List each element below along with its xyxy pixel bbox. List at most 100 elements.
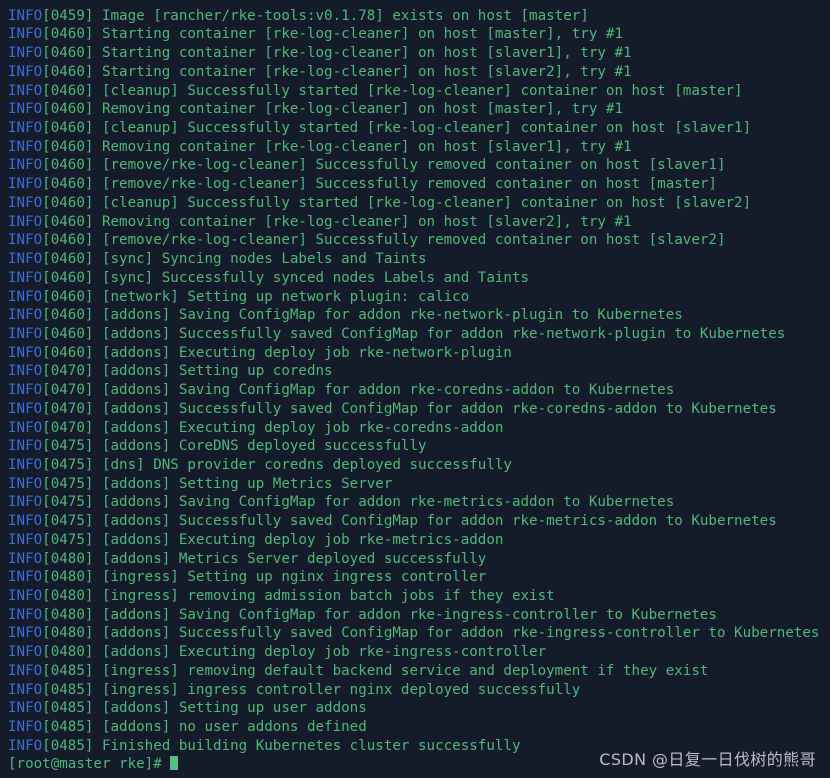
log-level: INFO (8, 120, 43, 137)
log-level: INFO (8, 213, 43, 230)
log-message: [ingress] removing default backend servi… (93, 662, 709, 679)
log-timestamp: [0480] (42, 588, 94, 604)
log-line: INFO[0460] Starting container [rke-log-c… (8, 44, 830, 63)
log-line: INFO[0475] [addons] Saving ConfigMap for… (8, 493, 830, 512)
log-message: [dns] DNS provider coredns deployed succ… (93, 456, 512, 473)
log-level: INFO (8, 45, 43, 62)
log-level: INFO (8, 344, 43, 361)
log-line: INFO[0485] [addons] Setting up user addo… (8, 699, 830, 718)
log-level: INFO (8, 550, 43, 567)
log-level: INFO (8, 176, 43, 193)
log-line: INFO[0460] [remove/rke-log-cleaner] Succ… (8, 231, 830, 250)
log-line: INFO[0480] [addons] Metrics Server deplo… (8, 550, 830, 569)
log-level: INFO (8, 456, 43, 473)
log-timestamp: [0475] (42, 494, 94, 511)
log-timestamp: [0460] (42, 269, 94, 286)
log-line: INFO[0475] [addons] CoreDNS deployed suc… (8, 437, 830, 456)
terminal-log-output: INFO[0459] Image [rancher/rke-tools:v0.1… (0, 0, 830, 774)
log-line: INFO[0460] Removing container [rke-log-c… (8, 100, 830, 119)
log-line: INFO[0460] [network] Setting up network … (8, 288, 830, 307)
log-level: INFO (8, 26, 43, 43)
log-timestamp: [0460] (42, 251, 94, 268)
log-level: INFO (8, 569, 43, 586)
log-timestamp: [0460] (42, 213, 94, 230)
log-message: [sync] Syncing nodes Labels and Taints (93, 251, 427, 268)
log-message: [addons] Setting up user addons (93, 700, 367, 717)
log-level: INFO (8, 101, 43, 118)
log-level: INFO (8, 138, 43, 155)
log-message: [addons] Executing deploy job rke-ingres… (93, 644, 547, 661)
log-level: INFO (8, 363, 43, 380)
log-line: INFO[0460] [cleanup] Successfully starte… (8, 194, 830, 213)
log-message: [ingress] ingress controller nginx deplo… (93, 681, 581, 698)
log-message: [addons] no user addons defined (93, 719, 367, 736)
log-level: INFO (8, 700, 43, 717)
log-timestamp: [0470] (42, 382, 94, 399)
log-level: INFO (8, 232, 43, 249)
log-message: [ingress] removing admission batch jobs … (93, 588, 555, 604)
log-line: INFO[0485] [ingress] ingress controller … (8, 681, 830, 700)
log-timestamp: [0460] (42, 45, 94, 62)
log-timestamp: [0460] (42, 325, 94, 342)
log-timestamp: [0460] (42, 344, 94, 361)
log-message: [addons] Successfully saved ConfigMap fo… (93, 625, 820, 642)
log-level: INFO (8, 7, 43, 24)
log-message: Removing container [rke-log-cleaner] on … (93, 213, 632, 230)
log-level: INFO (8, 63, 43, 80)
log-timestamp: [0485] (42, 737, 94, 754)
log-message: [network] Setting up network plugin: cal… (93, 288, 470, 305)
log-line: INFO[0460] Starting container [rke-log-c… (8, 63, 830, 82)
log-timestamp: [0475] (42, 513, 94, 530)
log-timestamp: [0480] (42, 606, 94, 623)
terminal-window[interactable]: INFO[0459] Image [rancher/rke-tools:v0.1… (0, 0, 830, 778)
log-message: [addons] Successfully saved ConfigMap fo… (93, 513, 777, 530)
log-message: [addons] Saving ConfigMap for addon rke-… (93, 382, 675, 399)
log-line: INFO[0460] [remove/rke-log-cleaner] Succ… (8, 175, 830, 194)
log-timestamp: [0460] (42, 101, 94, 118)
log-level: INFO (8, 681, 43, 698)
log-message: [addons] Executing deploy job rke-metric… (93, 531, 504, 548)
log-timestamp: [0460] (42, 63, 94, 80)
log-message: [remove/rke-log-cleaner] Successfully re… (93, 176, 717, 193)
log-message: [cleanup] Successfully started [rke-log-… (93, 194, 752, 211)
log-level: INFO (8, 288, 43, 305)
log-level: INFO (8, 588, 43, 604)
log-timestamp: [0480] (42, 625, 94, 642)
log-line: INFO[0460] [cleanup] Successfully starte… (8, 82, 830, 101)
log-message: [addons] CoreDNS deployed successfully (93, 438, 427, 455)
log-line: INFO[0475] [addons] Successfully saved C… (8, 512, 830, 531)
log-line: INFO[0460] [addons] Saving ConfigMap for… (8, 306, 830, 325)
log-message: [addons] Saving ConfigMap for addon rke-… (93, 494, 675, 511)
log-line: INFO[0470] [addons] Setting up coredns (8, 362, 830, 381)
log-timestamp: [0480] (42, 569, 94, 586)
log-timestamp: [0460] (42, 157, 94, 174)
log-line: INFO[0475] [addons] Executing deploy job… (8, 531, 830, 550)
log-timestamp: [0475] (42, 531, 94, 548)
log-message: Starting container [rke-log-cleaner] on … (93, 45, 632, 62)
shell-prompt: [root@master rke]# (8, 756, 171, 773)
log-message: [cleanup] Successfully started [rke-log-… (93, 82, 743, 99)
log-message: [addons] Setting up Metrics Server (93, 475, 393, 492)
log-message: [addons] Successfully saved ConfigMap fo… (93, 325, 786, 342)
log-timestamp: [0475] (42, 438, 94, 455)
log-level: INFO (8, 382, 43, 399)
log-level: INFO (8, 157, 43, 174)
log-line: INFO[0460] Starting container [rke-log-c… (8, 25, 830, 44)
log-timestamp: [0460] (42, 26, 94, 43)
log-timestamp: [0480] (42, 550, 94, 567)
log-level: INFO (8, 513, 43, 530)
log-timestamp: [0470] (42, 363, 94, 380)
log-message: Removing container [rke-log-cleaner] on … (93, 101, 624, 118)
log-line: INFO[0459] Image [rancher/rke-tools:v0.1… (8, 7, 830, 26)
log-timestamp: [0485] (42, 700, 94, 717)
log-line: INFO[0460] [cleanup] Successfully starte… (8, 119, 830, 138)
log-timestamp: [0460] (42, 288, 94, 305)
log-message: Starting container [rke-log-cleaner] on … (93, 26, 624, 43)
log-timestamp: [0475] (42, 456, 94, 473)
log-level: INFO (8, 419, 43, 436)
text-cursor (170, 756, 179, 771)
log-line: INFO[0460] [sync] Successfully synced no… (8, 269, 830, 288)
log-message: [cleanup] Successfully started [rke-log-… (93, 120, 752, 137)
log-level: INFO (8, 307, 43, 324)
log-message: [addons] Saving ConfigMap for addon rke-… (93, 606, 717, 623)
